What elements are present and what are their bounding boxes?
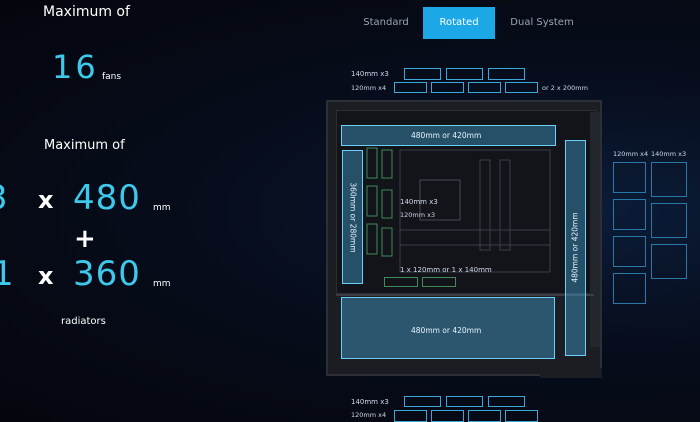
side-fans-120-label: 120mm x4	[613, 150, 649, 158]
side-fan-slot-140-2	[651, 203, 687, 238]
top-fan-slot-120-4	[505, 82, 538, 93]
fans-heading: Maximum of	[43, 4, 130, 20]
case-side-rail	[590, 112, 600, 347]
bottom-fan-slot-120-3	[468, 410, 501, 422]
bottom-fans-140-label: 140mm x3	[351, 398, 389, 406]
rad-line1-qty: 3	[0, 178, 8, 218]
rad-line2-size: 360	[73, 254, 141, 294]
rad-line2-unit: mm	[153, 279, 171, 289]
fans-unit: fans	[102, 72, 122, 82]
top-radiator-label: 480mm or 420mm	[411, 131, 482, 140]
side-fan-slot-120-3	[613, 236, 646, 267]
fans-count: 16	[52, 48, 99, 86]
rear-fan-slot-1	[384, 277, 418, 287]
mid-fans-140-label: 140mm x3	[400, 198, 438, 206]
bottom-fan-slot-140-3	[488, 396, 525, 407]
radiators-caption: radiators	[61, 316, 106, 327]
top-fans-140-label: 140mm x3	[351, 70, 389, 78]
bottom-fans-120-label: 120mm x4	[351, 411, 387, 419]
tab-dual-system[interactable]: Dual System	[500, 7, 584, 39]
top-fan-slot-140-2	[446, 68, 483, 80]
top-fan-slot-120-3	[468, 82, 501, 93]
mid-fans-120-label: 120mm x3	[400, 211, 436, 219]
tab-standard[interactable]: Standard	[352, 7, 420, 39]
side-fan-slot-120-2	[613, 199, 646, 230]
bottom-fan-slot-120-4	[505, 410, 538, 422]
top-fans-120-label: 120mm x4	[351, 84, 387, 92]
right-radiator-label: 480mm or 420mm	[570, 212, 580, 283]
bottom-fan-slot-140-2	[446, 396, 483, 407]
bottom-fan-slot-120-2	[431, 410, 464, 422]
rear-fan-label: 1 x 120mm or 1 x 140mm	[400, 266, 492, 274]
side-fans-140-label: 140mm x3	[651, 150, 687, 158]
radiators-heading: Maximum of	[44, 138, 125, 153]
top-fan-slot-120-2	[431, 82, 464, 93]
rear-fan-slot-2	[422, 277, 456, 287]
top-fan-slot-140-1	[404, 68, 441, 80]
bottom-fan-slot-120-1	[394, 410, 427, 422]
top-fan-slot-120-1	[394, 82, 427, 93]
motherboard-lines	[366, 147, 551, 273]
rad-line1-unit: mm	[153, 203, 171, 213]
side-fan-slot-120-4	[613, 273, 646, 304]
case-foot	[540, 368, 602, 378]
top-fans-200-label: or 2 x 200mm	[542, 84, 588, 92]
rad-line2-qty: 1	[0, 254, 14, 294]
bottom-fan-slot-140-1	[404, 396, 441, 407]
side-fan-slot-140-1	[651, 162, 687, 197]
side-fan-slot-120-1	[613, 162, 646, 193]
rad-line1-x: x	[38, 186, 54, 214]
bottom-radiator-label: 480mm or 420mm	[411, 326, 482, 335]
side-fan-slot-140-3	[651, 244, 687, 279]
tab-rotated[interactable]: Rotated	[423, 7, 495, 39]
psu-shroud-divider	[336, 294, 594, 296]
left-radiator-label: 360mm or 280mm	[348, 182, 358, 253]
rad-line1-size: 480	[73, 178, 141, 218]
rad-line2-x: x	[38, 262, 54, 290]
top-fan-slot-140-3	[488, 68, 525, 80]
plus-sign: +	[74, 224, 96, 254]
